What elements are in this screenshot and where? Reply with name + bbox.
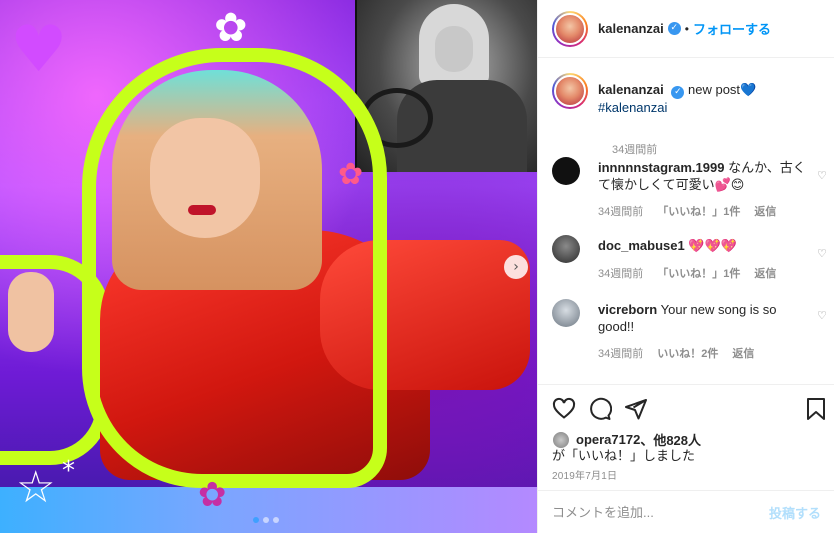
carousel-dot <box>273 517 279 523</box>
verified-badge-icon: ✓ <box>667 22 681 35</box>
caption-username[interactable]: kalenanzai <box>598 82 664 97</box>
add-comment-bar: 投稿する <box>538 490 834 533</box>
comment-list[interactable]: kalenanzai ✓ new post💙 #kalenanzai 34週間前… <box>538 59 834 384</box>
comment-username[interactable]: vicreborn <box>598 302 657 317</box>
comment-likes-link[interactable]: いいね！2件 <box>657 345 718 361</box>
star-sticker-icon: ☆ <box>16 462 56 513</box>
media-bottom-band <box>0 487 537 533</box>
header-username[interactable]: kalenanzai <box>598 21 664 36</box>
heart-icon[interactable]: ♡ <box>817 247 827 260</box>
comment-time: 34週間前 <box>598 348 644 360</box>
caption-hashtag[interactable]: #kalenanzai <box>598 100 667 115</box>
heart-icon[interactable]: ♡ <box>817 309 827 322</box>
flower-sticker-icon: ✿ <box>338 157 364 192</box>
comment-username[interactable]: innnnnstagram.1999 <box>598 160 724 175</box>
flower-sticker-icon: ✿ <box>198 475 227 515</box>
chevron-right-icon[interactable]: › <box>504 255 528 279</box>
person-hand <box>8 272 54 352</box>
likes-suffix: が「いいね！」しました <box>552 448 696 463</box>
comment-input[interactable] <box>552 504 769 520</box>
post-side-panel: kalenanzai ✓ • フォローする kalenanzai ✓ new p… <box>537 0 834 533</box>
heart-icon[interactable]: ♡ <box>817 169 827 182</box>
reply-button[interactable]: 返信 <box>754 265 776 281</box>
carousel-dot <box>263 517 269 523</box>
post-media[interactable]: ♥ ✿ ✿ ✿ ☆ * › <box>0 0 537 533</box>
caption-text: new post💙 <box>688 82 757 97</box>
comment-likes-link[interactable]: 「いいね！」1件 <box>657 203 740 219</box>
post-header: kalenanzai ✓ • フォローする <box>538 0 834 58</box>
verified-badge-icon: ✓ <box>671 86 685 99</box>
bookmark-icon[interactable] <box>804 397 828 421</box>
avatar[interactable] <box>552 235 580 263</box>
follow-button[interactable]: フォローする <box>693 19 771 38</box>
avatar[interactable] <box>552 299 580 327</box>
comment-icon[interactable] <box>588 397 612 421</box>
comment-time: 34週間前 <box>598 268 644 280</box>
carousel-dots <box>253 517 279 523</box>
comment-time: 34週間前 <box>598 206 644 218</box>
avatar[interactable] <box>552 10 588 47</box>
post-comment-button[interactable]: 投稿する <box>769 503 821 522</box>
header-separator: • <box>684 21 689 36</box>
caption-time: 34週間前 <box>612 144 658 156</box>
comment-likes-link[interactable]: 「いいね！」1件 <box>657 265 740 281</box>
post-date: 2019年7月1日 <box>552 471 618 482</box>
flower-sticker-icon: ✿ <box>214 5 248 51</box>
comment-text: 💖💖💖 <box>688 238 737 253</box>
avatar[interactable] <box>552 157 580 185</box>
asterisk-sticker-icon: * <box>62 456 75 486</box>
comment-username[interactable]: doc_mabuse1 <box>598 238 685 253</box>
heart-icon[interactable] <box>552 397 576 421</box>
lime-outline <box>82 48 387 488</box>
post-actions: opera7172 、他828人 が「いいね！」しました 2019年7月1日 <box>538 384 834 490</box>
reply-button[interactable]: 返信 <box>732 345 754 361</box>
avatar[interactable] <box>552 73 588 109</box>
share-icon[interactable] <box>624 397 648 421</box>
carousel-dot <box>253 517 259 523</box>
heart-sticker-icon: ♥ <box>10 13 68 87</box>
reply-button[interactable]: 返信 <box>754 203 776 219</box>
